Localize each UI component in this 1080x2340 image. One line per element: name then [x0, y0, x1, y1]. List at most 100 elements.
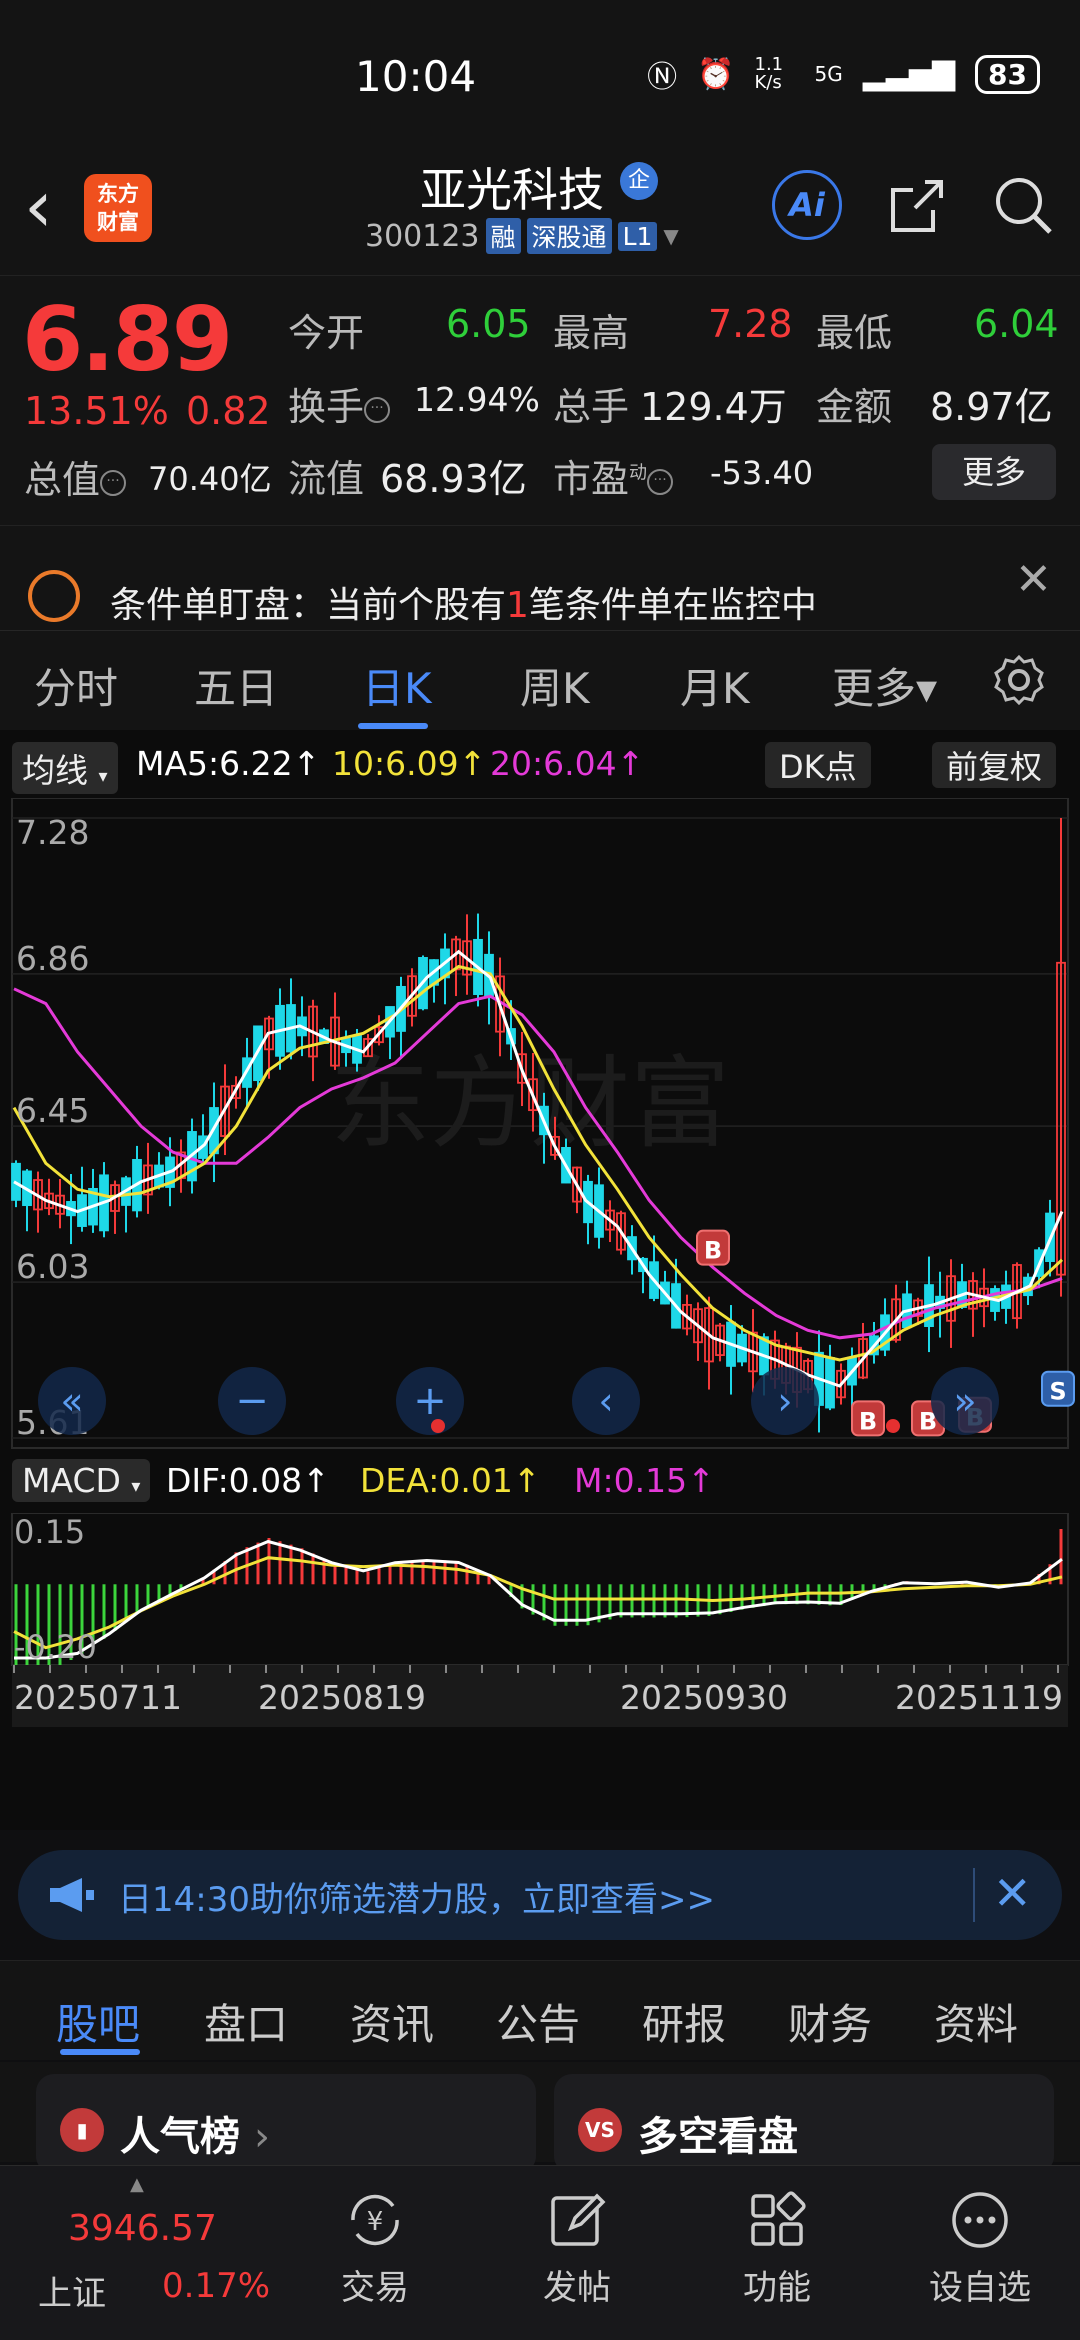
close-icon[interactable]: ✕	[1015, 554, 1052, 605]
ma-selector-label: 均线	[22, 751, 88, 790]
y-tick-label: 6.45	[16, 1091, 89, 1130]
nav-trade[interactable]: ¥ 交易	[305, 2188, 445, 2309]
y-axis-ticks: 7.286.866.456.035.61	[16, 813, 89, 1442]
nfc-icon: Ⓝ	[647, 60, 678, 95]
tab-orderbook[interactable]: 盘口	[204, 1991, 288, 2052]
indicator-selector[interactable]: MACD ▾	[12, 1459, 151, 1502]
m-value: M:0.15↑	[574, 1461, 715, 1500]
clock: 10:04	[355, 52, 477, 101]
net-speed: 1.1 K/s	[754, 54, 784, 93]
date-label: 20250819	[258, 1678, 426, 1717]
kline-chart[interactable]: 东方财富 7.286.866.456.035.61 BBBBS « − + ‹ …	[0, 798, 1080, 1453]
chart-watermark: 东方财富	[330, 1045, 730, 1162]
nav-post-label: 发帖	[543, 2268, 611, 2308]
tab-research[interactable]: 研报	[642, 1991, 726, 2052]
tab-news[interactable]: 资讯	[350, 1991, 434, 2052]
volume-label: 总手	[553, 385, 630, 429]
level-tag: L1	[617, 221, 658, 251]
ma-legend-bar: 均线 ▾ MA5:6.22↑ 10:6.09↑ 20:6.04↑ DK点 前复权	[0, 730, 1080, 798]
y-tick-label: 7.28	[16, 813, 89, 852]
date-axis: 20250711 20250819 20250930 20251119	[12, 1665, 1068, 1727]
index-value[interactable]: 3946.57	[68, 2208, 217, 2249]
popularity-title: 人气榜	[120, 2114, 240, 2160]
ai-button[interactable]: Ai	[772, 170, 842, 240]
feature-cards: ▮ 人气榜 › VS 多空看盘	[0, 2062, 1080, 2174]
enterprise-badge[interactable]: 企	[620, 162, 658, 200]
popularity-card[interactable]: ▮ 人气榜 ›	[36, 2074, 536, 2174]
mktcap-label: 总值 ···	[24, 449, 127, 504]
ma20-value: 20:6.04↑	[490, 744, 645, 783]
info-icon[interactable]: ···	[100, 469, 127, 496]
nav-functions[interactable]: 功能	[707, 2188, 847, 2309]
macd-chart[interactable]: 0.15 -0.20 20250711 20250819 20250930 202511…	[0, 1513, 1080, 1830]
card-title: 人气榜 ›	[120, 2104, 270, 2162]
info-icon[interactable]: ···	[647, 468, 674, 495]
ma10-value: 10:6.09↑	[332, 744, 487, 783]
tab-five-day[interactable]: 五日	[194, 655, 278, 716]
search-icon[interactable]	[990, 172, 1056, 238]
more-button[interactable]: 更多	[932, 444, 1056, 500]
mktcap-value: 70.40亿	[148, 460, 272, 498]
dk-point-button[interactable]: DK点	[765, 742, 871, 788]
megaphone-icon	[50, 1878, 94, 1912]
tab-daily-k[interactable]: 日K	[362, 655, 432, 716]
chevron-down-icon[interactable]: ▼	[663, 224, 678, 248]
low-label: 最低	[816, 311, 893, 355]
back-icon[interactable]: ‹	[24, 170, 53, 242]
close-icon[interactable]: ✕	[993, 1866, 1032, 1920]
stock-subline: 300123 融 深股通 L1 ▼	[365, 218, 679, 254]
turnover-label-text: 换手	[288, 385, 365, 429]
float-value: 68.93亿	[380, 457, 527, 501]
tab-intraday[interactable]: 分时	[34, 655, 118, 716]
date-label: 20250930	[620, 1678, 788, 1717]
index-name[interactable]: 上证	[38, 2266, 106, 2315]
nav-watchlist[interactable]: 设自选	[910, 2188, 1050, 2309]
chevron-down-icon: ▾	[131, 1476, 141, 1497]
stock-name: 亚光科技	[420, 163, 604, 217]
tab-finance[interactable]: 财务	[788, 1991, 872, 2052]
period-tabs: 分时 五日 日K 周K 月K 更多▾	[0, 630, 1080, 730]
macd-lines	[13, 1539, 1063, 1660]
ma-selector[interactable]: 均线 ▾	[12, 742, 118, 794]
vs-icon: VS	[578, 2108, 622, 2152]
logo-line2: 财富	[97, 210, 139, 234]
network-icon: 5G	[814, 62, 843, 86]
mktcap-label-text: 总值	[24, 458, 101, 502]
condition-count: 1	[506, 585, 529, 626]
tab-weekly-k[interactable]: 周K	[520, 655, 590, 716]
pe-label: 市盈动 ···	[553, 448, 674, 503]
section-tabs: 股吧 盘口 资讯 公告 研报 财务 资料	[0, 1960, 1080, 2060]
turnover-label: 换手 ···	[288, 376, 391, 431]
y-tick-label: 6.03	[16, 1247, 89, 1286]
tab-underline	[358, 723, 428, 729]
tab-more[interactable]: 更多▾	[832, 655, 937, 716]
popularity-icon: ▮	[60, 2108, 104, 2152]
more-dots-icon	[952, 2192, 1008, 2248]
condition-order-banner[interactable]: 条件单盯盘：当前个股有1笔条件单在监控中 ✕	[0, 525, 1080, 630]
tab-monthly-k[interactable]: 月K	[680, 655, 750, 716]
info-icon[interactable]: ···	[364, 396, 391, 423]
dot-marker	[431, 1419, 445, 1433]
alarm-icon: ⏰	[697, 56, 735, 92]
promo-banner[interactable]: 日14:30助你筛选潜力股，立即查看>> ✕	[18, 1850, 1062, 1940]
chevron-left-icon: ‹	[598, 1379, 613, 1423]
nav-post[interactable]: 发帖	[507, 2188, 647, 2309]
high-label: 最高	[553, 311, 630, 355]
bottom-nav: ▲ 3946.57 上证 0.17% ¥ 交易 发帖 功能 设自选	[0, 2165, 1080, 2340]
bull-bear-card[interactable]: VS 多空看盘	[554, 2074, 1054, 2174]
tab-announcements[interactable]: 公告	[496, 1991, 580, 2052]
marker-label: S	[1049, 1378, 1066, 1406]
share-icon[interactable]	[885, 174, 949, 238]
tab-profile[interactable]: 资料	[934, 1991, 1018, 2052]
y-tick-label: 6.86	[16, 939, 89, 978]
chevron-down-icon: ▾	[98, 766, 108, 787]
chevron-right-icon: ›	[253, 2114, 270, 2160]
adjust-button[interactable]: 前复权	[932, 742, 1057, 788]
gear-icon[interactable]	[992, 653, 1046, 707]
svg-text:¥: ¥	[367, 2207, 384, 2237]
tab-guba[interactable]: 股吧	[56, 1991, 140, 2052]
connect-tag: 深股通	[526, 218, 612, 254]
date-label: 20250711	[14, 1678, 182, 1717]
tab-underline	[60, 2049, 140, 2055]
index-change[interactable]: 0.17%	[162, 2266, 270, 2306]
